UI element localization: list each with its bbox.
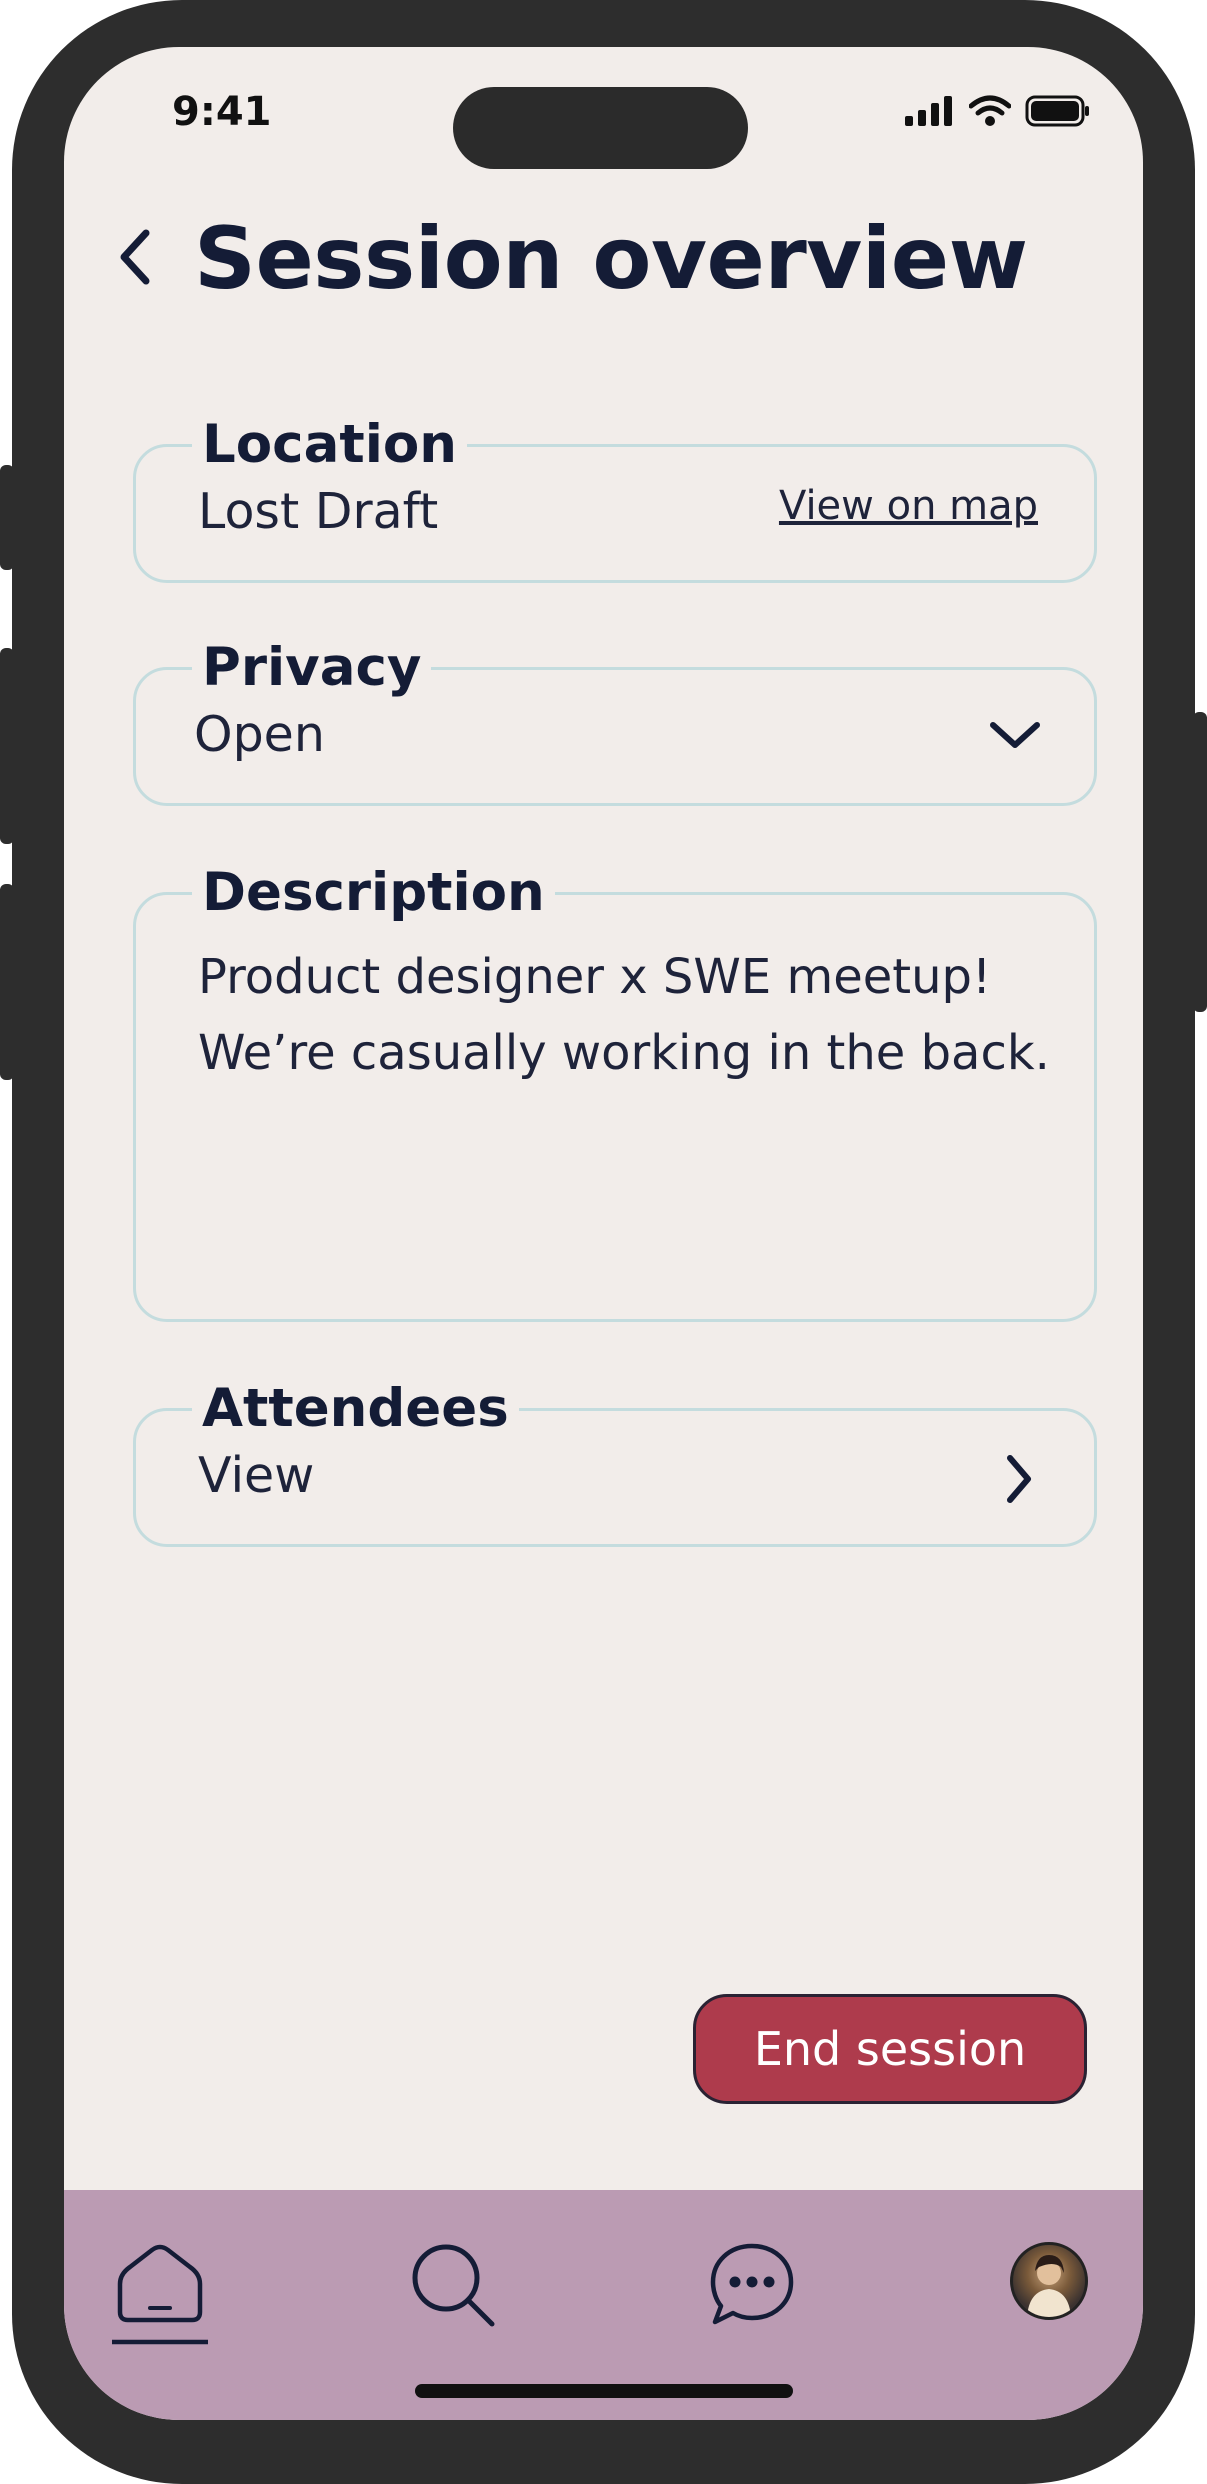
description-field[interactable]: Description Product designer x SWE meetu… xyxy=(133,863,1097,1322)
attendees-row[interactable]: Attendees View xyxy=(133,1379,1097,1547)
description-label: Description xyxy=(192,863,555,923)
chevron-down-icon xyxy=(990,722,1040,748)
battery-icon xyxy=(1025,95,1089,127)
attendees-value: View xyxy=(198,1447,315,1504)
dynamic-island xyxy=(453,87,748,169)
attendees-label: Attendees xyxy=(192,1379,519,1439)
home-indicator xyxy=(415,2384,793,2398)
location-value: Lost Draft xyxy=(198,483,439,540)
search-icon xyxy=(412,2244,495,2327)
screen: 9:41 Session overview Location Lost Draf… xyxy=(64,47,1143,2420)
power-button xyxy=(1193,712,1207,1012)
view-on-map-link[interactable]: View on map xyxy=(779,483,1038,529)
end-session-button[interactable]: End session xyxy=(693,1994,1087,2104)
home-icon xyxy=(109,2244,211,2345)
phone-frame: 9:41 Session overview Location Lost Draf… xyxy=(12,0,1195,2484)
status-icons xyxy=(905,95,1091,127)
description-text: Product designer x SWE meetup! We’re cas… xyxy=(198,949,1050,1081)
tab-messages[interactable] xyxy=(707,2240,797,2330)
status-time: 9:41 xyxy=(172,89,272,135)
profile-avatar[interactable] xyxy=(1010,2242,1088,2320)
location-field: Location Lost Draft View on map xyxy=(133,415,1097,583)
location-label: Location xyxy=(192,415,468,475)
privacy-label: Privacy xyxy=(192,638,432,698)
back-chevron-icon[interactable] xyxy=(112,225,156,289)
chevron-right-icon xyxy=(1007,1455,1031,1503)
signal-icon xyxy=(905,96,952,126)
chat-icon xyxy=(710,2243,794,2325)
wifi-icon xyxy=(969,95,1011,126)
privacy-dropdown[interactable]: Privacy Open xyxy=(133,638,1097,806)
page-title: Session overview xyxy=(194,209,1028,309)
tab-search[interactable] xyxy=(410,2242,500,2332)
privacy-value: Open xyxy=(194,706,325,763)
tab-bar xyxy=(64,2190,1143,2420)
tab-home[interactable] xyxy=(109,2242,211,2352)
avatar-photo xyxy=(1027,2255,1071,2317)
